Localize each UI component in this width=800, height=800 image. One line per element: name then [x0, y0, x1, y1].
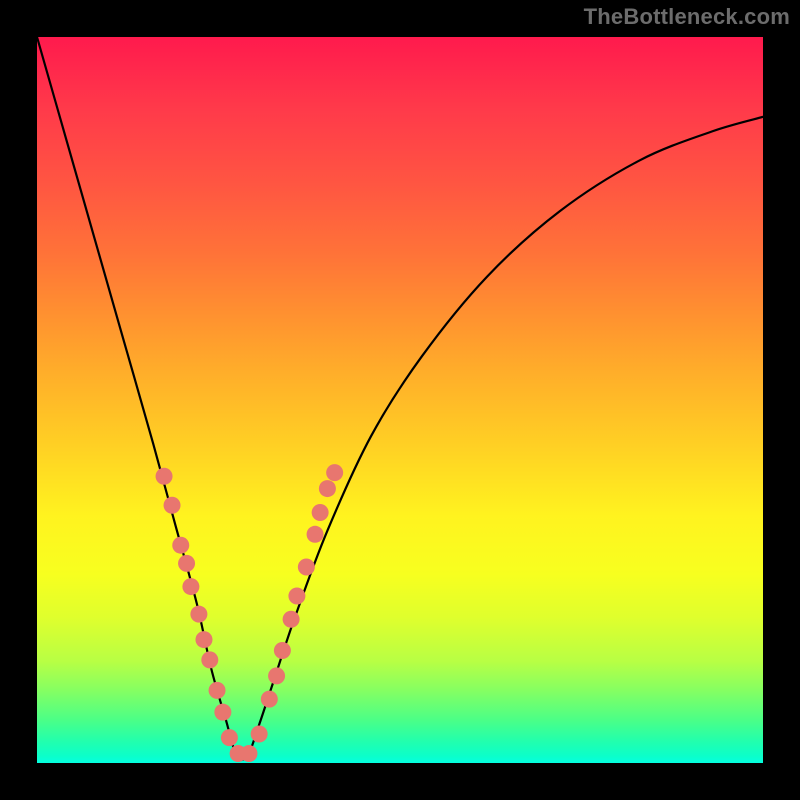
marker-dot: [221, 729, 238, 746]
watermark-text: TheBottleneck.com: [584, 4, 790, 30]
bottleneck-curve: [37, 37, 763, 760]
marker-dot: [209, 682, 226, 699]
marker-dot: [274, 642, 291, 659]
curve-markers: [156, 464, 344, 762]
marker-dot: [283, 611, 300, 628]
marker-dot: [178, 555, 195, 572]
marker-dot: [268, 667, 285, 684]
marker-dot: [201, 651, 218, 668]
chart-overlay-svg: [37, 37, 763, 763]
marker-dot: [190, 606, 207, 623]
marker-dot: [312, 504, 329, 521]
marker-dot: [156, 468, 173, 485]
chart-frame: TheBottleneck.com: [0, 0, 800, 800]
marker-dot: [326, 464, 343, 481]
marker-dot: [240, 745, 257, 762]
marker-dot: [319, 480, 336, 497]
marker-dot: [172, 537, 189, 554]
marker-dot: [214, 704, 231, 721]
marker-dot: [288, 588, 305, 605]
marker-dot: [195, 631, 212, 648]
marker-dot: [261, 691, 278, 708]
marker-dot: [298, 558, 315, 575]
marker-dot: [182, 578, 199, 595]
marker-dot: [307, 526, 324, 543]
marker-dot: [164, 497, 181, 514]
marker-dot: [251, 725, 268, 742]
